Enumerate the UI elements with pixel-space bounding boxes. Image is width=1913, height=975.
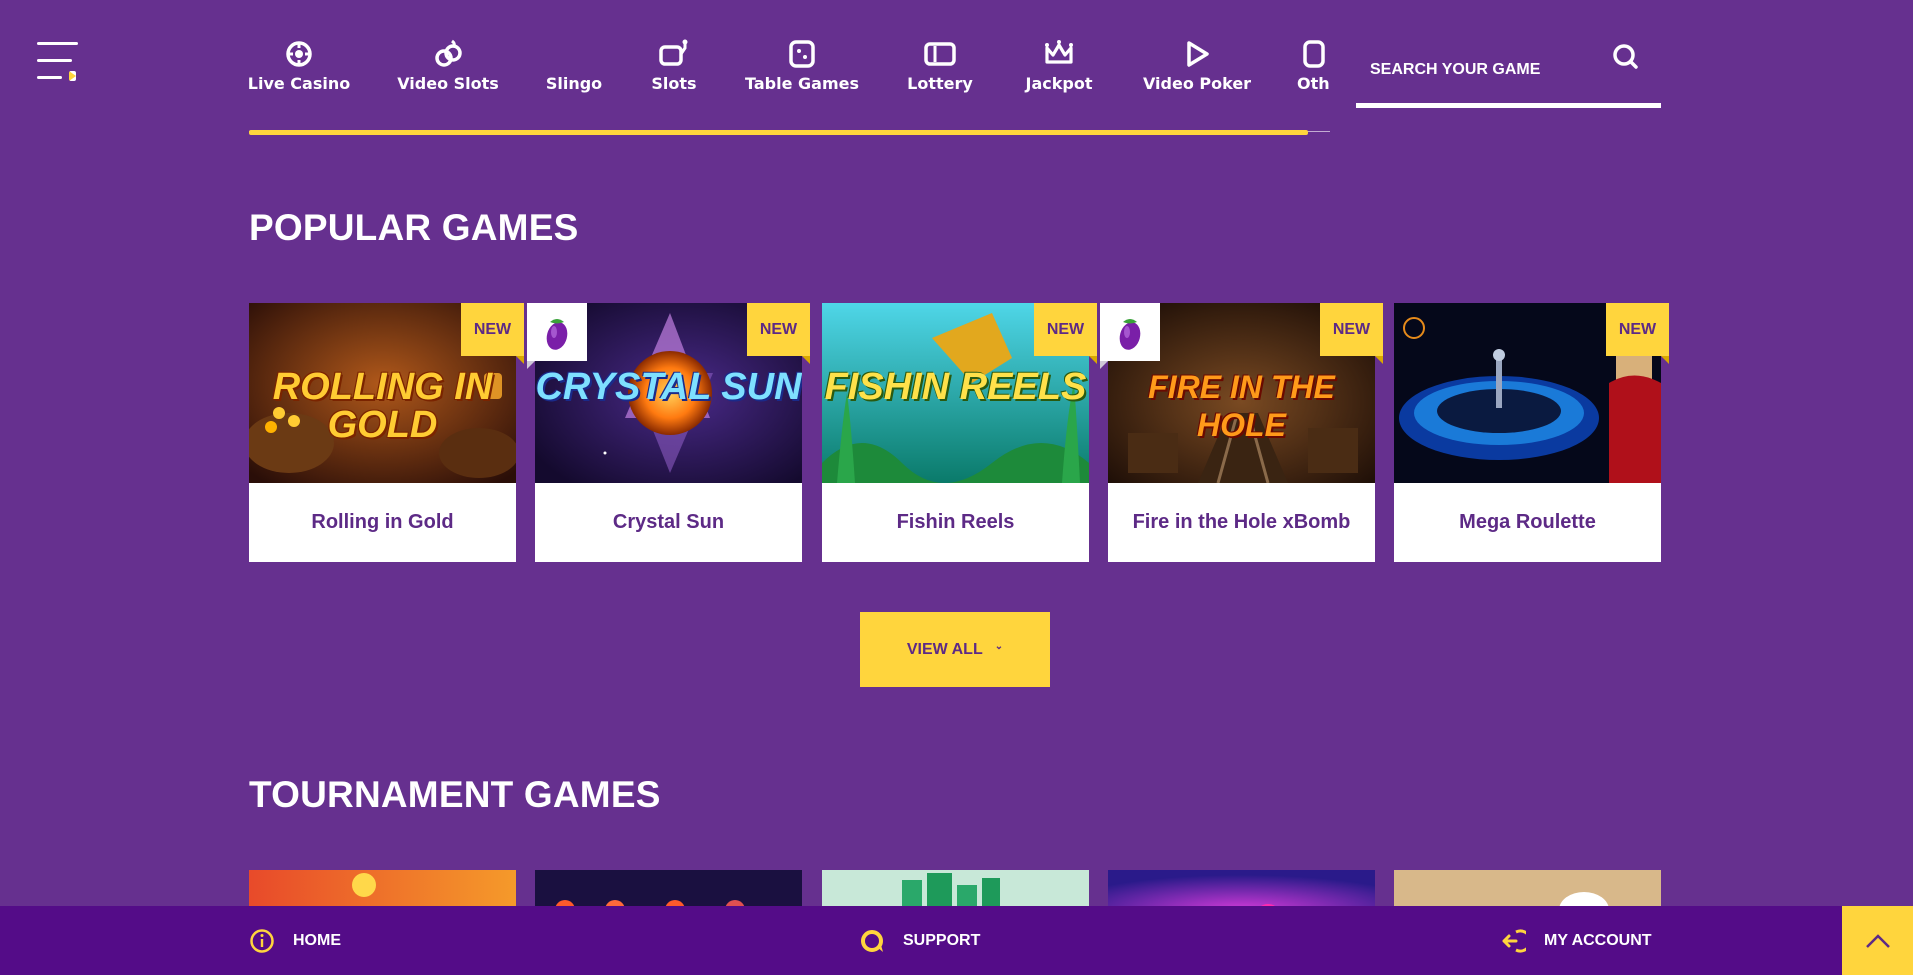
search-icon[interactable] [1611,42,1641,72]
view-all-button[interactable]: VIEW ALL ⌄ [860,612,1050,687]
search-input[interactable] [1356,60,1606,79]
search-box [1356,42,1661,108]
new-badge: NEW [1606,303,1669,364]
nav-label: Lottery [907,74,973,93]
nav-label: Live Casino [249,74,351,93]
nav-label: Slots [651,74,697,93]
chevron-down-icon: ⌄ [994,641,1004,652]
chat-bubble-icon [861,930,883,952]
game-name[interactable]: Crystal Sun [535,483,802,562]
game-art-title: FIRE IN THE HOLE [1148,369,1335,443]
chevron-up-icon [1865,933,1890,948]
login-arrow-icon [1502,929,1526,953]
section-title-popular: POPULAR GAMES [249,207,579,248]
support-link[interactable]: SUPPORT [859,928,980,954]
category-nav: Live Casino Video Slots Slingo Slots Tab… [249,0,1330,137]
home-label: HOME [293,932,341,949]
eggplant-icon [546,319,568,350]
game-name[interactable]: Fishin Reels [822,483,1089,562]
slingo-icon [558,38,590,70]
nav-label: Table Games [745,74,859,93]
nav-item-lottery[interactable]: Lottery [906,38,974,93]
eggplant-icon [1119,319,1141,350]
nav-scroll-thumb[interactable] [249,130,1308,135]
game-name[interactable]: Rolling in Gold [249,483,516,562]
game-card[interactable]: FISHIN REELS Fishin Reels NEW [822,303,1097,562]
nav-item-live-casino[interactable]: Live Casino [249,38,351,93]
my-account-label: MY ACCOUNT [1544,932,1652,949]
game-card[interactable]: Mega Roulette NEW [1394,303,1669,562]
new-badge: NEW [747,303,810,364]
nav-item-video-poker[interactable]: Video Poker [1142,38,1252,93]
nav-item-slingo[interactable]: Slingo [546,38,602,93]
game-art-title: ROLLING IN GOLD [272,366,493,446]
new-badge: NEW [461,303,524,364]
support-label: SUPPORT [903,932,981,949]
table-games-icon [789,40,815,68]
new-badge: NEW [1320,303,1383,364]
nav-label: Video Slots [397,74,499,93]
nav-label: Slingo [545,74,603,93]
nav-label: Jackpot [1025,74,1093,93]
bottom-nav-bar: HOME SUPPORT MY ACCOUNT [0,906,1913,975]
popular-games-list: ROLLING IN GOLD Rolling in Gold NEW CRYS… [249,303,1669,563]
game-card[interactable]: CRYSTAL SUN Crystal Sun NEW [527,303,810,562]
game-name[interactable]: Mega Roulette [1394,483,1661,562]
nav-label: Oth [1297,74,1330,93]
scroll-to-top-button[interactable] [1842,906,1913,975]
nav-item-slots[interactable]: Slots [650,38,698,93]
game-name[interactable]: Fire in the Hole xBomb [1108,483,1375,562]
home-link[interactable]: HOME [249,928,341,954]
game-card[interactable]: FIRE IN THE HOLE Fire in the Hole xBomb … [1100,303,1383,562]
jackpot-crown-icon [1045,40,1073,64]
game-art-title: FISHIN REELS [824,366,1087,408]
game-card[interactable]: ROLLING IN GOLD Rolling in Gold NEW [249,303,524,562]
nav-item-others[interactable]: Oth [1297,38,1330,93]
view-all-label: VIEW ALL [906,640,983,658]
video-poker-play-icon [1187,41,1209,67]
new-badge: NEW [1034,303,1097,364]
info-icon [250,929,274,953]
game-art-title: CRYSTAL SUN [535,366,802,408]
live-casino-icon [286,41,312,67]
nav-item-video-slots[interactable]: Video Slots [397,38,499,93]
slots-icon [659,39,688,66]
others-icon [1303,40,1325,68]
section-title-tournament: TOURNAMENT GAMES [249,774,661,815]
provider-badge [527,303,587,369]
video-slots-icon [435,39,462,67]
menu-icon[interactable] [37,40,81,82]
lottery-icon [924,42,956,66]
my-account-link[interactable]: MY ACCOUNT [1500,928,1652,954]
nav-item-table-games[interactable]: Table Games [745,38,859,93]
nav-label: Video Poker [1142,74,1252,93]
provider-badge [1100,303,1160,369]
nav-item-jackpot[interactable]: Jackpot [1021,38,1097,93]
